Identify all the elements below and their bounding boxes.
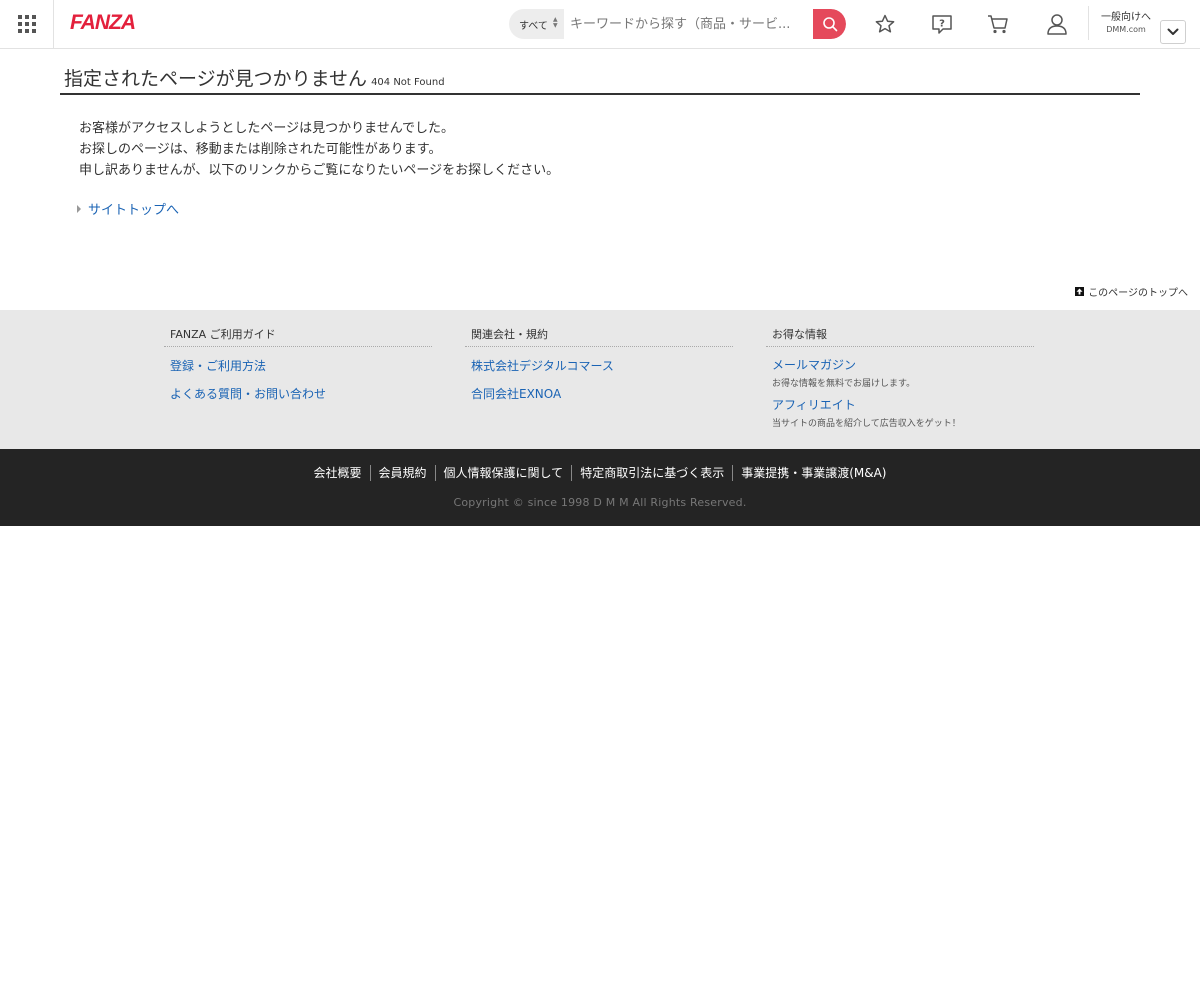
star-icon (875, 14, 895, 33)
error-message-line: 申し訳ありませんが、以下のリンクからご覧になりたいページをお探しください。 (79, 163, 560, 178)
general-site-link-label: 一般向けへ (1101, 12, 1151, 23)
user-icon (1047, 14, 1067, 35)
page-subtitle: 404 Not Found (371, 77, 445, 88)
search-input[interactable] (564, 9, 813, 39)
site-top-link[interactable]: サイトトップへ (77, 199, 179, 218)
cart-button[interactable] (986, 12, 1010, 36)
triangle-right-icon (77, 204, 81, 213)
footer-link-privacy[interactable]: 個人情報保護に関して (434, 465, 572, 481)
header-divider (1088, 6, 1089, 40)
copyright: Copyright © since 1998 D M M All Rights … (453, 496, 747, 509)
footer-link-newsletter[interactable]: メールマガジン (766, 356, 1034, 373)
select-arrows-icon: ▲ ▼ (553, 16, 558, 29)
footer-link-newsletter-desc: お得な情報を無料でお届けします。 (772, 379, 916, 389)
search-icon (822, 17, 837, 32)
footer-bottom-links: 会社概要 会員規約 個人情報保護に関して 特定商取引法に基づく表示 事業提携・事… (0, 465, 1200, 481)
footer-bottom: 会社概要 会員規約 個人情報保護に関して 特定商取引法に基づく表示 事業提携・事… (0, 449, 1200, 526)
app-menu-button[interactable] (0, 0, 54, 48)
search-category-select[interactable]: すべて ▲ ▼ (509, 9, 564, 39)
chevron-down-icon (1167, 28, 1179, 35)
footer-column-deals: お得な情報 メールマガジン お得な情報を無料でお届けします。 アフィリエイト 当… (766, 326, 1034, 429)
cart-icon (988, 15, 1008, 34)
page-title-text: 指定されたページが見つかりません (64, 68, 368, 90)
page-title: 指定されたページが見つかりません 404 Not Found (64, 64, 445, 91)
search-category-label: すべて (519, 20, 548, 32)
footer-link-registration[interactable]: 登録・ご利用方法 (164, 357, 432, 374)
footer-link-digital-commerce[interactable]: 株式会社デジタルコマース (465, 357, 733, 374)
global-header: FANZA すべて ▲▼ ? (0, 0, 1200, 49)
footer-link-company[interactable]: 会社概要 (306, 465, 370, 481)
fanza-logo[interactable]: FANZA (70, 11, 136, 35)
page-title-bar: 指定されたページが見つかりません 404 Not Found (60, 62, 1140, 95)
general-site-link-sub: DMM.com (1106, 25, 1146, 34)
page-top-link[interactable]: このページのトップへ (1075, 284, 1188, 299)
footer-link-exnoa[interactable]: 合同会社EXNOA (465, 385, 733, 402)
menu-grid-icon (17, 15, 36, 33)
footer-link-affiliate-desc: 当サイトの商品を紹介して広告収入をゲット！ (772, 419, 961, 429)
footer-column-heading: お得な情報 (766, 326, 1034, 347)
site-switch-dropdown[interactable] (1160, 20, 1186, 44)
error-message-line: お客様がアクセスしようとしたページは見つかりませんでした。 (79, 121, 455, 136)
page-top-link-label: このページのトップへ (1088, 288, 1188, 299)
footer-link-faq[interactable]: よくある質問・お問い合わせ (164, 385, 432, 402)
footer-link-ma[interactable]: 事業提携・事業譲渡(M&A) (732, 465, 894, 481)
footer-column-guide: FANZA ご利用ガイド 登録・ご利用方法 よくある質問・お問い合わせ (164, 326, 432, 402)
svg-text:?: ? (939, 19, 945, 30)
site-top-link-label: サイトトップへ (88, 203, 180, 218)
help-icon: ? (932, 15, 952, 34)
favorites-button[interactable] (873, 12, 897, 36)
error-message-line: お探しのページは、移動または削除された可能性があります。 (79, 142, 442, 157)
footer-link-commerce-law[interactable]: 特定商取引法に基づく表示 (571, 465, 732, 481)
account-button[interactable] (1045, 12, 1069, 36)
general-site-link[interactable]: 一般向けへ DMM.com (1098, 11, 1154, 36)
footer-links: FANZA ご利用ガイド 登録・ご利用方法 よくある質問・お問い合わせ 関連会社… (0, 310, 1200, 449)
search-bar: すべて ▲ ▼ (509, 9, 846, 39)
arrow-up-icon (1075, 287, 1085, 296)
footer-column-company: 関連会社・規約 株式会社デジタルコマース 合同会社EXNOA (465, 326, 733, 402)
help-button[interactable]: ? (930, 12, 954, 36)
footer-link-terms[interactable]: 会員規約 (369, 465, 435, 481)
footer-column-heading: 関連会社・規約 (465, 326, 733, 347)
footer-link-affiliate[interactable]: アフィリエイト (766, 396, 1034, 413)
error-message: お客様がアクセスしようとしたページは見つかりませんでした。 お探しのページは、移… (79, 118, 559, 181)
search-button[interactable] (813, 9, 846, 39)
footer-column-heading: FANZA ご利用ガイド (164, 326, 432, 347)
